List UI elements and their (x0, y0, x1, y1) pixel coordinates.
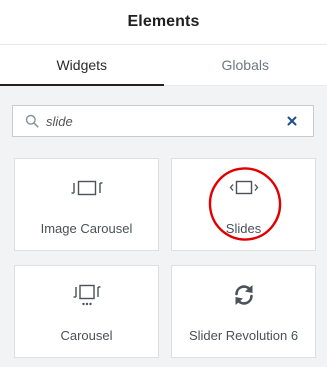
widget-grid: Image Carousel Slides Carousel Slider Re… (0, 155, 327, 367)
search-area (0, 86, 327, 155)
image-carousel-icon (15, 175, 158, 201)
widget-slider-revolution[interactable]: Slider Revolution 6 (171, 265, 316, 358)
widget-label: Slider Revolution 6 (188, 328, 299, 343)
widget-slides[interactable]: Slides (171, 158, 316, 251)
widget-label: Carousel (60, 328, 113, 343)
widget-label: Slides (225, 221, 262, 236)
carousel-icon (15, 282, 158, 308)
search-box (12, 105, 314, 137)
tab-globals[interactable]: Globals (164, 45, 327, 85)
refresh-arrows-icon (172, 282, 315, 308)
elements-panel: Elements Widgets Globals slide Image Car… (0, 0, 327, 367)
widget-image-carousel[interactable]: Image Carousel (14, 158, 159, 251)
clear-search-icon[interactable] (286, 115, 298, 127)
panel-title: Elements (127, 13, 200, 30)
tab-bar: Widgets Globals (0, 45, 327, 86)
slides-icon (172, 175, 315, 201)
widget-label: Image Carousel (40, 221, 133, 236)
widget-carousel[interactable]: Carousel (14, 265, 159, 358)
tab-widgets[interactable]: Widgets (0, 45, 164, 86)
search-input[interactable] (46, 107, 286, 135)
search-icon (25, 114, 39, 128)
panel-header: Elements (0, 0, 327, 45)
